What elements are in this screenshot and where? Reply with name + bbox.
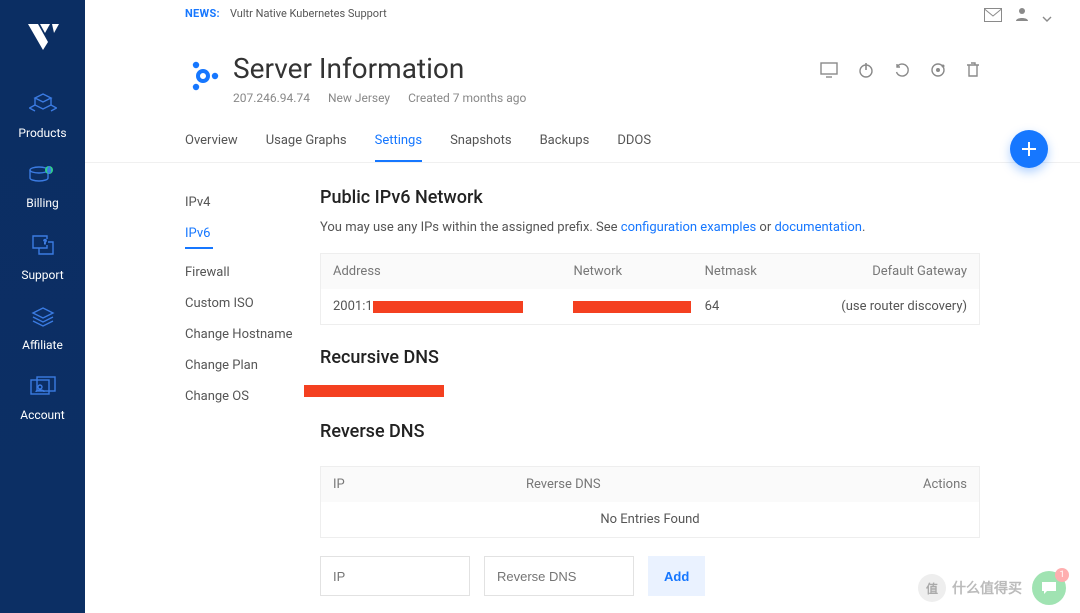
server-location: New Jersey — [328, 91, 390, 105]
server-actions — [820, 62, 980, 82]
tab-snapshots[interactable]: Snapshots — [450, 123, 512, 162]
chat-badge: 1 — [1055, 568, 1069, 582]
sidebar-item-billing[interactable]: $ Billing — [0, 152, 85, 222]
news-link[interactable]: Vultr Native Kubernetes Support — [230, 7, 387, 20]
watermark-badge-icon: 值 — [918, 574, 946, 602]
subnav-firewall[interactable]: Firewall — [185, 257, 320, 288]
col-netmask: Netmask — [705, 264, 814, 279]
reinstall-icon[interactable] — [930, 62, 946, 82]
sidebar-label: Billing — [26, 196, 59, 210]
sidebar-label: Products — [18, 126, 66, 140]
page-header: Server Information 207.246.94.74 New Jer… — [85, 26, 1080, 123]
subnav-change-os[interactable]: Change OS — [185, 381, 320, 412]
tab-ddos[interactable]: DDOS — [617, 123, 651, 162]
news-label: NEWS: — [185, 7, 220, 20]
cell-gateway: (use router discovery) — [814, 299, 967, 314]
sidebar-item-affiliate[interactable]: Affiliate — [0, 294, 85, 364]
link-config-examples[interactable]: configuration examples — [621, 220, 756, 235]
chat-bubble[interactable]: 1 — [1032, 571, 1066, 605]
input-ip[interactable] — [320, 556, 470, 596]
section-reverse-dns-title: Reverse DNS — [320, 421, 980, 442]
sidebar-label: Account — [20, 408, 64, 422]
cell-netmask: 64 — [705, 299, 814, 314]
reverse-empty: No Entries Found — [321, 502, 979, 537]
brand-logo — [26, 22, 60, 52]
col-gateway: Default Gateway — [814, 264, 967, 279]
reverse-dns-table: IP Reverse DNS Actions No Entries Found — [320, 466, 980, 538]
link-documentation[interactable]: documentation — [774, 220, 862, 235]
sidebar-item-support[interactable]: ? Support — [0, 222, 85, 294]
server-created: Created 7 months ago — [408, 91, 526, 105]
boxes-icon — [29, 92, 57, 120]
redacted-address — [373, 301, 523, 313]
col-network: Network — [573, 264, 704, 279]
news-bar: NEWS: Vultr Native Kubernetes Support — [85, 0, 1080, 26]
ipv6-table: Address Network Netmask Default Gateway … — [320, 253, 980, 325]
watermark: 值 什么值得买 1 — [918, 571, 1066, 605]
tabs: Overview Usage Graphs Settings Snapshots… — [85, 123, 1080, 163]
tab-settings[interactable]: Settings — [375, 123, 422, 162]
server-ip: 207.246.94.74 — [233, 91, 310, 105]
subnav-ipv4[interactable]: IPv4 — [185, 187, 320, 218]
topbar-actions — [984, 6, 1052, 26]
subnav-change-plan[interactable]: Change Plan — [185, 350, 320, 381]
page-title: Server Information — [233, 52, 526, 85]
cell-address-prefix: 2001:1 — [333, 299, 373, 314]
section-recursive-dns-title: Recursive DNS — [320, 347, 980, 368]
mail-icon[interactable] — [984, 7, 1002, 26]
chevron-down-icon[interactable] — [1042, 7, 1052, 26]
sidebar-label: Support — [21, 268, 63, 282]
ipv6-row: 2001:1 64 (use router discovery) — [321, 289, 979, 324]
support-icon: ? — [29, 234, 57, 262]
subnav-ipv6[interactable]: IPv6 — [185, 218, 320, 257]
col-address: Address — [333, 264, 573, 279]
console-icon[interactable] — [820, 62, 838, 82]
subnav-change-hostname[interactable]: Change Hostname — [185, 319, 320, 350]
ipv6-subtext: You may use any IPs within the assigned … — [320, 220, 980, 235]
sidebar-item-products[interactable]: Products — [0, 80, 85, 152]
restart-icon[interactable] — [894, 62, 910, 82]
settings-subnav: IPv4 IPv6 Firewall Custom ISO Change Hos… — [185, 187, 320, 613]
redacted-network — [573, 301, 691, 313]
watermark-text: 什么值得买 — [952, 578, 1022, 598]
tab-overview[interactable]: Overview — [185, 123, 238, 162]
col-ip: IP — [333, 477, 526, 492]
fab-add[interactable] — [1010, 130, 1048, 168]
input-reverse-dns[interactable] — [484, 556, 634, 596]
add-button[interactable]: Add — [648, 556, 705, 596]
subnav-custom-iso[interactable]: Custom ISO — [185, 288, 320, 319]
redacted-recursive-dns — [304, 385, 444, 397]
sidebar: Products $ Billing ? Support Affiliate A… — [0, 0, 85, 613]
tab-backups[interactable]: Backups — [540, 123, 590, 162]
account-icon — [29, 376, 57, 402]
affiliate-icon — [29, 306, 57, 332]
reverse-dns-form: Add — [320, 556, 980, 596]
os-ubuntu-icon — [185, 58, 221, 94]
billing-icon: $ — [29, 164, 57, 190]
trash-icon[interactable] — [966, 62, 980, 82]
user-icon[interactable] — [1014, 6, 1030, 26]
section-ipv6-title: Public IPv6 Network — [320, 187, 980, 208]
col-reverse-dns: Reverse DNS — [526, 477, 829, 492]
power-icon[interactable] — [858, 62, 874, 82]
sidebar-item-account[interactable]: Account — [0, 364, 85, 434]
col-actions: Actions — [829, 477, 967, 492]
main-area: NEWS: Vultr Native Kubernetes Support Se… — [85, 0, 1080, 613]
svg-text:?: ? — [43, 239, 46, 246]
sidebar-label: Affiliate — [22, 338, 63, 352]
tab-usage-graphs[interactable]: Usage Graphs — [266, 123, 347, 162]
